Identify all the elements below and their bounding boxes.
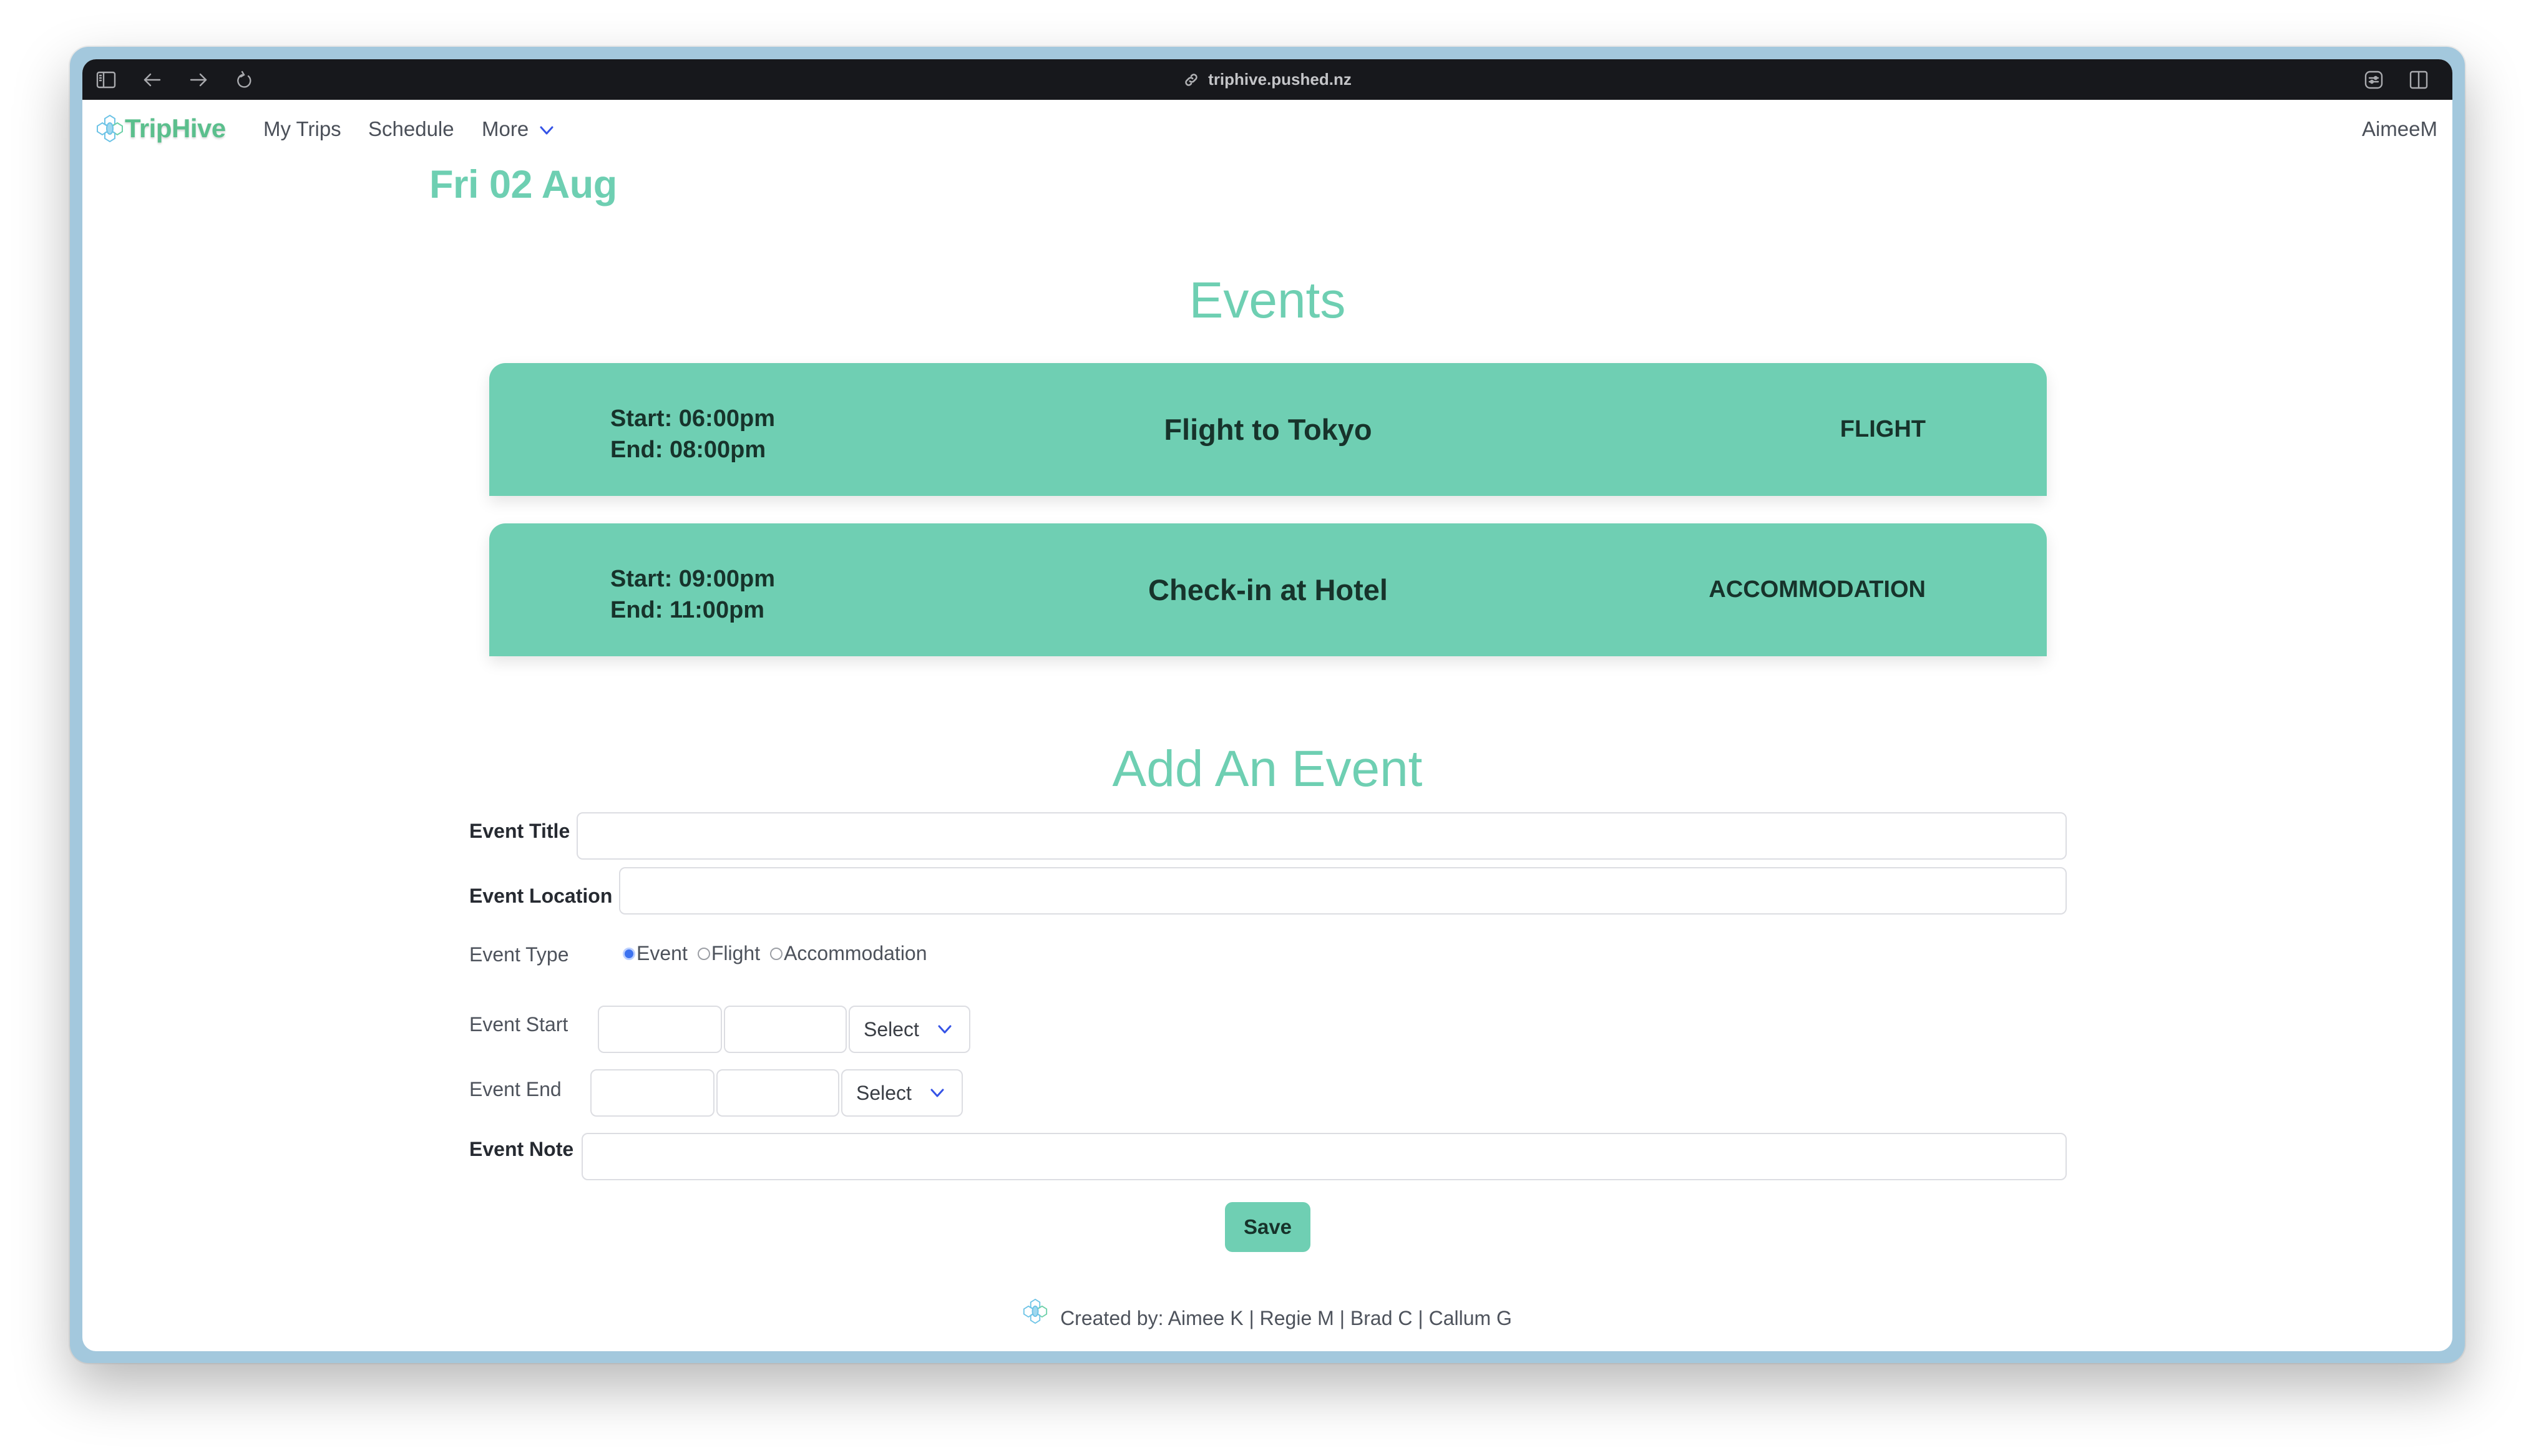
browser-toolbar: triphive.pushed.nz xyxy=(82,59,2452,100)
link-icon xyxy=(1183,72,1199,88)
split-view-icon[interactable] xyxy=(2409,70,2429,89)
radio-accommodation-label: Accommodation xyxy=(784,942,927,964)
event-location-label: Event Location xyxy=(469,885,613,907)
nav-more-dropdown[interactable]: More xyxy=(482,117,555,141)
hive-logo-icon xyxy=(1023,1298,1048,1324)
nav-schedule[interactable]: Schedule xyxy=(368,117,454,141)
event-type: FLIGHT xyxy=(1840,416,1926,442)
event-title-input[interactable] xyxy=(577,812,2067,860)
chevron-down-icon xyxy=(540,126,554,135)
event-note-input[interactable] xyxy=(582,1133,2067,1180)
event-end-label: Event End xyxy=(469,1078,562,1100)
radio-selected-icon[interactable] xyxy=(623,947,635,960)
nav-my-trips[interactable]: My Trips xyxy=(263,117,341,141)
brand-logo[interactable]: TripHive xyxy=(96,114,226,143)
browser-window: triphive.pushed.nz TripHive My Trips Sch… xyxy=(82,59,2452,1351)
event-start-minute-input[interactable] xyxy=(724,1006,847,1053)
event-end-select-value: Select xyxy=(856,1081,912,1104)
radio-event[interactable]: Event xyxy=(623,942,688,965)
event-type-label: Event Type xyxy=(469,943,569,966)
event-end-minute-input[interactable] xyxy=(716,1069,839,1117)
page-settings-icon[interactable] xyxy=(2364,70,2384,89)
event-type: ACCOMMODATION xyxy=(1709,576,1926,603)
event-location-input[interactable] xyxy=(619,867,2067,915)
address-bar[interactable]: triphive.pushed.nz xyxy=(82,59,2452,100)
event-start-ampm-select[interactable]: Select xyxy=(849,1006,970,1053)
radio-accommodation[interactable]: Accommodation xyxy=(770,942,927,965)
event-title: Flight to Tokyo xyxy=(1164,413,1372,446)
page-content: TripHive My Trips Schedule More AimeeM F… xyxy=(82,100,2452,1351)
add-event-heading: Add An Event xyxy=(1112,740,1423,797)
event-start-label: Event Start xyxy=(469,1013,568,1036)
url-text: triphive.pushed.nz xyxy=(1208,70,1352,89)
event-start-select-value: Select xyxy=(864,1017,919,1041)
event-card[interactable]: Start: 06:00pm End: 08:00pm Flight to To… xyxy=(489,363,2047,496)
hive-logo-icon xyxy=(97,114,123,143)
radio-unselected-icon[interactable] xyxy=(770,947,783,960)
radio-event-label: Event xyxy=(636,942,688,964)
page-title: Fri 02 Aug xyxy=(429,163,617,206)
event-start-hour-input[interactable] xyxy=(598,1006,722,1053)
events-heading: Events xyxy=(1189,272,1346,329)
event-note-label: Event Note xyxy=(469,1138,574,1160)
brand-name: TripHive xyxy=(125,114,226,143)
chevron-down-icon xyxy=(938,1025,952,1034)
event-end-hour-input[interactable] xyxy=(590,1069,714,1117)
footer: Created by: Aimee K | Regie M | Brad C |… xyxy=(82,1298,2452,1330)
chevron-down-icon xyxy=(930,1089,944,1097)
event-card[interactable]: Start: 09:00pm End: 11:00pm Check-in at … xyxy=(489,523,2047,656)
user-menu[interactable]: AimeeM xyxy=(2362,117,2437,141)
radio-flight-label: Flight xyxy=(711,942,761,964)
top-nav: TripHive My Trips Schedule More AimeeM xyxy=(82,100,2452,162)
event-title-label: Event Title xyxy=(469,820,570,842)
footer-credits: Created by: Aimee K | Regie M | Brad C |… xyxy=(1060,1307,1512,1329)
radio-flight[interactable]: Flight xyxy=(697,942,761,965)
nav-more-label: More xyxy=(482,117,529,140)
radio-unselected-icon[interactable] xyxy=(697,947,710,960)
event-end-ampm-select[interactable]: Select xyxy=(841,1069,963,1117)
event-type-radio-group: Event Flight Accommodation xyxy=(623,942,937,965)
save-button[interactable]: Save xyxy=(1225,1202,1310,1252)
